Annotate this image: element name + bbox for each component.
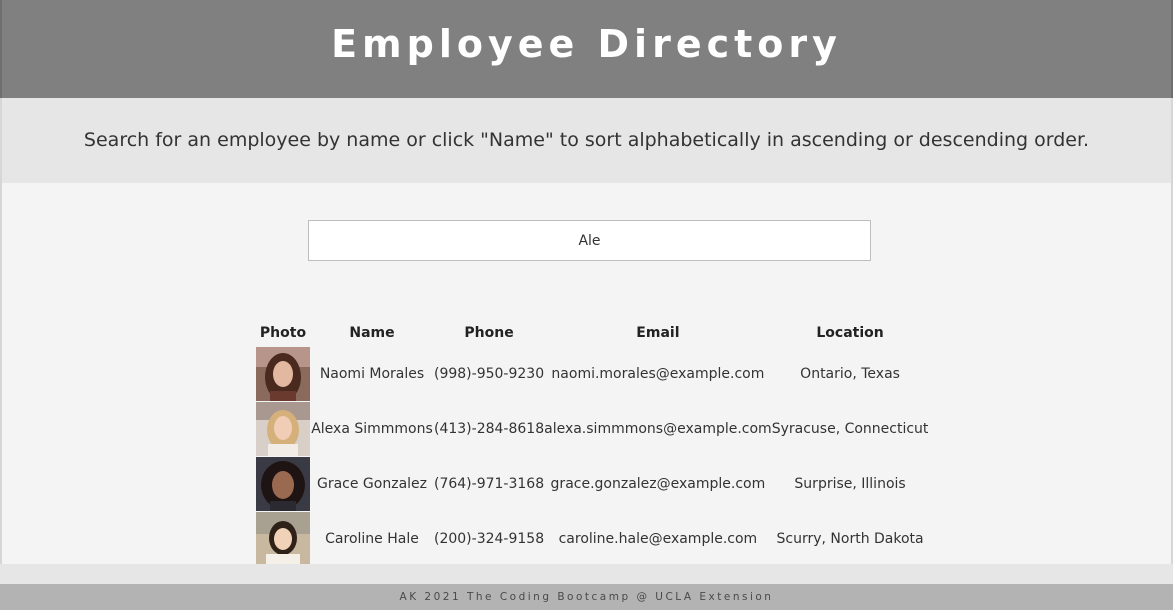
employee-phone: (413)-284-8618 — [434, 420, 545, 437]
header-name-sort[interactable]: Name — [310, 320, 434, 346]
instructions-text: Search for an employee by name or click … — [83, 128, 1090, 151]
employee-name: Alexa Simmmons — [311, 420, 433, 437]
employee-email: grace.gonzalez@example.com — [550, 475, 766, 492]
employee-location: Surprise, Illinois — [794, 475, 906, 492]
instructions-banner: Search for an employee by name or click … — [0, 98, 1173, 183]
employee-photo — [256, 511, 310, 566]
main-content: Photo Name Phone Email Location — [0, 183, 1173, 566]
footer-spacer — [0, 564, 1173, 584]
page-footer: AK 2021 The Coding Bootcamp @ UCLA Exten… — [0, 584, 1173, 610]
table-row: Grace Gonzalez (764)-971-3168 grace.gonz… — [256, 456, 928, 511]
header-photo: Photo — [259, 325, 307, 341]
employee-name: Caroline Hale — [325, 530, 419, 547]
header-location: Location — [816, 325, 884, 341]
employee-phone: (998)-950-9230 — [434, 365, 545, 382]
table-header-row: Photo Name Phone Email Location — [256, 320, 928, 346]
employee-location: Ontario, Texas — [800, 365, 900, 382]
footer-text: AK 2021 The Coding Bootcamp @ UCLA Exten… — [399, 591, 774, 603]
employee-email: caroline.hale@example.com — [558, 530, 758, 547]
table-row: Alexa Simmmons (413)-284-8618 alexa.simm… — [256, 401, 928, 456]
employee-location: Syracuse, Connecticut — [771, 420, 929, 437]
employee-table: Photo Name Phone Email Location Naomi Mo… — [256, 320, 928, 566]
page-title: Employee Directory — [331, 22, 842, 66]
employee-name: Grace Gonzalez — [316, 475, 427, 492]
employee-email: naomi.morales@example.com — [551, 365, 765, 382]
employee-phone: (200)-324-9158 — [434, 530, 545, 547]
employee-photo — [256, 401, 310, 456]
search-input[interactable] — [308, 220, 871, 261]
table-row: Naomi Morales (998)-950-9230 naomi.moral… — [256, 346, 928, 401]
employee-phone: (764)-971-3168 — [434, 475, 545, 492]
employee-photo — [256, 456, 310, 511]
employee-name: Naomi Morales — [319, 365, 425, 382]
page-header: Employee Directory — [0, 0, 1173, 98]
employee-location: Scurry, North Dakota — [776, 530, 924, 547]
employee-photo — [256, 346, 310, 401]
header-email: Email — [636, 325, 680, 341]
header-phone: Phone — [464, 325, 514, 341]
table-row: Caroline Hale (200)-324-9158 caroline.ha… — [256, 511, 928, 566]
employee-email: alexa.simmmons@example.com — [544, 420, 772, 437]
